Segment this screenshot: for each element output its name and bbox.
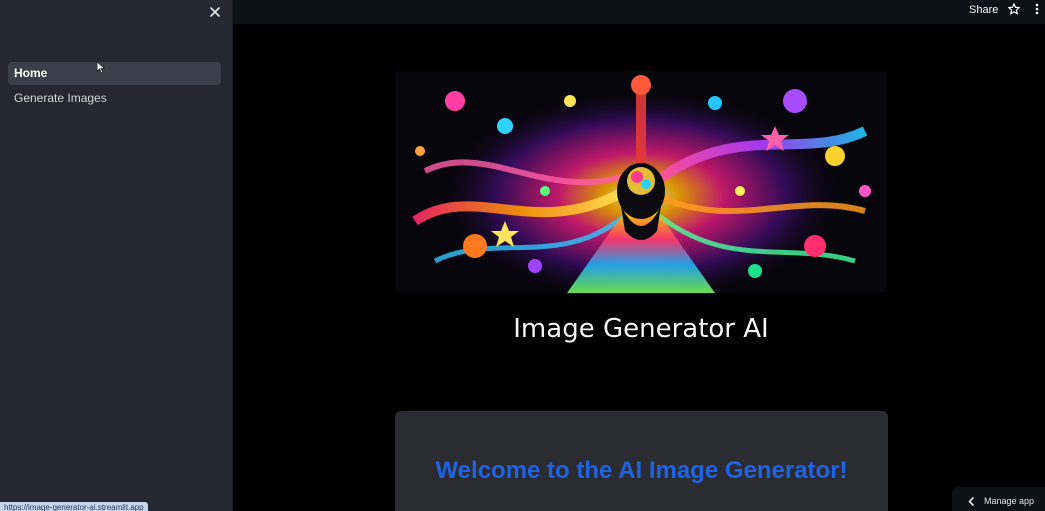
page-title: Image Generator AI (513, 314, 769, 344)
share-button[interactable]: Share (969, 4, 998, 16)
star-button[interactable] (1007, 2, 1021, 21)
welcome-card: Welcome to the AI Image Generator! (395, 411, 888, 511)
sidebar: Home Generate Images https://image-gener… (0, 0, 233, 511)
close-icon (210, 7, 220, 17)
sidebar-item-label: Home (14, 66, 48, 80)
main-menu-button[interactable] (1034, 2, 1040, 21)
app-window: Home Generate Images https://image-gener… (0, 0, 1045, 511)
welcome-heading: Welcome to the AI Image Generator! (435, 457, 848, 484)
top-header: Share (233, 0, 1045, 24)
star-icon (1008, 3, 1020, 15)
close-sidebar-button[interactable] (205, 2, 225, 22)
main-content: Image Generator AI Welcome to the AI Ima… (233, 24, 1045, 511)
manage-app-label: Manage app (984, 496, 1035, 506)
sidebar-nav: Home Generate Images (8, 62, 221, 112)
hero-image (395, 71, 887, 293)
kebab-menu-icon (1035, 3, 1039, 15)
hero-illustration (395, 71, 887, 293)
status-bar-url: https://image-generator-ai.streamlit.app (0, 502, 148, 511)
mouse-pointer-icon (96, 61, 106, 74)
manage-app-button[interactable]: Manage app (952, 487, 1045, 511)
sidebar-item-generate-images[interactable]: Generate Images (8, 87, 221, 110)
sidebar-item-home[interactable]: Home (8, 62, 221, 85)
sidebar-item-label: Generate Images (14, 91, 107, 105)
chevron-left-icon (968, 496, 974, 506)
